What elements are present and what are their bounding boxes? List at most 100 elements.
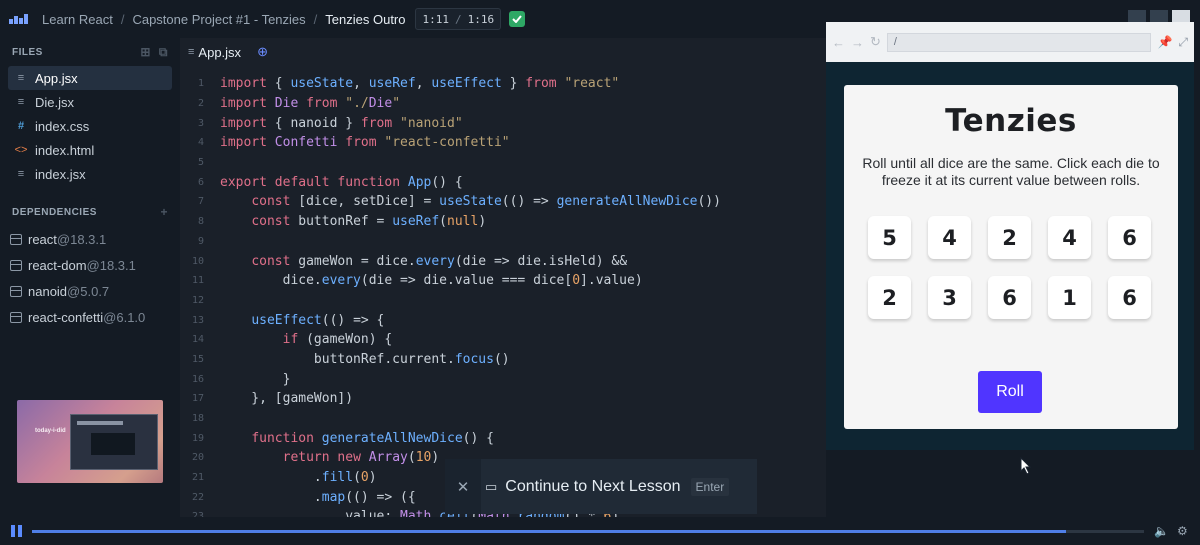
file-item-index-html[interactable]: <> index.html — [8, 138, 172, 162]
code-text: import { useState, useRef, useEffect } f… — [220, 76, 620, 92]
line-number: 5 — [197, 157, 204, 169]
code-line[interactable]: 4 import Confetti from "react-confetti" — [180, 133, 826, 153]
file-item-index-jsx[interactable]: ≡ index.jsx — [8, 162, 172, 186]
scrimba-logo-icon[interactable] — [0, 14, 40, 24]
code-line[interactable]: 17 }, [gameWon]) — [180, 389, 826, 409]
code-text: const buttonRef = useRef(null) — [251, 214, 487, 230]
breadcrumb-course[interactable]: Learn React — [40, 12, 115, 27]
code-line[interactable]: 15 buttonRef.current.focus() — [180, 350, 826, 370]
code-line[interactable]: 8 const buttonRef = useRef(null) — [180, 212, 826, 232]
die-button[interactable]: 5 — [868, 216, 911, 259]
line-number: 12 — [191, 294, 204, 306]
dependency-item[interactable]: react @18.3.1 — [0, 226, 180, 252]
code-text: if (gameWon) { — [282, 332, 393, 348]
url-bar[interactable]: / — [886, 32, 1152, 52]
code-line[interactable]: 2 import Die from "./Die" — [180, 94, 826, 114]
die-button[interactable]: 4 — [928, 216, 971, 259]
die-button[interactable]: 2 — [868, 276, 911, 319]
browser-toolbar: ← → ↻ / 📌 ⤢ — [826, 22, 1194, 62]
code-line[interactable]: 9 — [180, 232, 826, 252]
code-line[interactable]: 3 import { nanoid } from "nanoid" — [180, 113, 826, 133]
line-number: 19 — [191, 432, 204, 444]
code-line[interactable]: 1 import { useState, useRef, useEffect } … — [180, 74, 826, 94]
code-text: .fill(0) — [220, 470, 377, 486]
forward-arrow-icon[interactable]: → — [851, 35, 864, 50]
jsx-file-icon: ≡ — [188, 46, 195, 58]
dependency-item[interactable]: react-confetti @6.1.0 — [0, 304, 180, 330]
code-text: .map(() => ({ — [220, 489, 416, 505]
line-number: 9 — [197, 235, 204, 247]
instructor-video-thumbnail[interactable]: today-i-did — [17, 400, 163, 483]
add-dependency-icon[interactable]: + — [160, 205, 168, 219]
code-text: export default function App() { — [220, 174, 463, 190]
time-current: 1:11 — [422, 12, 449, 26]
breadcrumb-module[interactable]: Capstone Project #1 - Tenzies — [130, 12, 307, 27]
new-folder-icon[interactable]: ⧉ — [159, 45, 168, 60]
code-line[interactable]: 16 } — [180, 369, 826, 389]
code-line[interactable]: 6 export default function App() { — [180, 172, 826, 192]
code-line[interactable]: 19 function generateAllNewDice() { — [180, 428, 826, 448]
reload-icon[interactable]: ↻ — [870, 34, 881, 50]
progress-fill — [32, 529, 1067, 533]
fullscreen-icon[interactable]: ⤢ — [1178, 35, 1188, 50]
next-lesson-toast[interactable]: ✕ ▭ Continue to Next Lesson Enter — [445, 459, 757, 514]
code-line[interactable]: 10 const gameWon = dice.every(die => die… — [180, 251, 826, 271]
back-arrow-icon[interactable]: ← — [832, 35, 845, 50]
die-button[interactable]: 1 — [1048, 276, 1091, 319]
die-button[interactable]: 6 — [1108, 276, 1151, 319]
close-icon[interactable]: ✕ — [445, 459, 481, 514]
volume-icon[interactable]: 🔈 — [1154, 524, 1169, 538]
app-title: Tenzies — [945, 103, 1077, 139]
code-editor[interactable]: ≡ App.jsx ⊕ 1 import { useState, useRef, u… — [180, 38, 826, 517]
new-file-icon[interactable]: ⊞ — [140, 45, 151, 60]
file-item-app-jsx[interactable]: ≡ App.jsx — [8, 66, 172, 90]
die-button[interactable]: 6 — [988, 276, 1031, 319]
editor-tabs: ≡ App.jsx ⊕ — [180, 38, 826, 66]
new-file-icon[interactable]: ⊕ — [257, 44, 268, 60]
files-heading: FILES — [12, 46, 43, 58]
video-player-bar: 🔈 ⚙ — [0, 517, 1200, 545]
package-icon — [10, 259, 22, 271]
dependencies-heading: DEPENDENCIES — [12, 206, 97, 218]
lesson-book-icon: ▭ — [485, 478, 498, 494]
code-line[interactable]: 13 useEffect(() => { — [180, 310, 826, 330]
line-number: 14 — [191, 334, 204, 346]
gear-icon[interactable]: ⚙ — [1177, 524, 1188, 538]
dependency-item[interactable]: react-dom @18.3.1 — [0, 252, 180, 278]
line-number: 6 — [197, 176, 204, 188]
pin-icon[interactable]: 📌 — [1157, 35, 1172, 49]
code-line[interactable]: 18 — [180, 409, 826, 429]
jsx-file-icon: ≡ — [17, 168, 25, 180]
code-line[interactable]: 5 — [180, 153, 826, 173]
die-button[interactable]: 2 — [988, 216, 1031, 259]
mouse-cursor-icon — [1020, 457, 1032, 475]
check-icon — [509, 11, 526, 27]
code-line[interactable]: 14 if (gameWon) { — [180, 330, 826, 350]
line-number: 10 — [191, 255, 204, 267]
progress-track[interactable] — [32, 529, 1144, 533]
die-button[interactable]: 3 — [928, 276, 971, 319]
pause-icon[interactable] — [0, 525, 32, 537]
code-text: }, [gameWon]) — [220, 391, 354, 407]
code-lines[interactable]: 1 import { useState, useRef, useEffect } … — [180, 74, 826, 517]
dependency-item[interactable]: nanoid @5.0.7 — [0, 278, 180, 304]
time-display: 1:11/1:16 — [415, 8, 502, 30]
roll-button[interactable]: Roll — [978, 371, 1042, 413]
file-item-die-jsx[interactable]: ≡ Die.jsx — [8, 90, 172, 114]
code-line[interactable]: 7 const [dice, setDice] = useState(() =>… — [180, 192, 826, 212]
line-number: 3 — [197, 117, 204, 129]
line-number: 17 — [191, 393, 204, 405]
die-button[interactable]: 4 — [1048, 216, 1091, 259]
tab-app-jsx[interactable]: ≡ App.jsx — [188, 45, 241, 60]
continue-label[interactable]: Continue to Next Lesson — [505, 478, 680, 496]
dependency-name: react-confetti — [28, 309, 104, 325]
code-line[interactable]: 12 — [180, 291, 826, 311]
file-name: index.html — [35, 142, 95, 158]
tenzies-app: Tenzies Roll until all dice are the same… — [844, 85, 1178, 429]
html-code-icon: <> — [14, 144, 28, 156]
die-button[interactable]: 6 — [1108, 216, 1151, 259]
file-item-index-css[interactable]: # index.css — [8, 114, 172, 138]
enter-shortcut: Enter — [690, 477, 730, 496]
line-number: 7 — [197, 196, 204, 208]
code-line[interactable]: 11 dice.every(die => die.value === dice[… — [180, 271, 826, 291]
